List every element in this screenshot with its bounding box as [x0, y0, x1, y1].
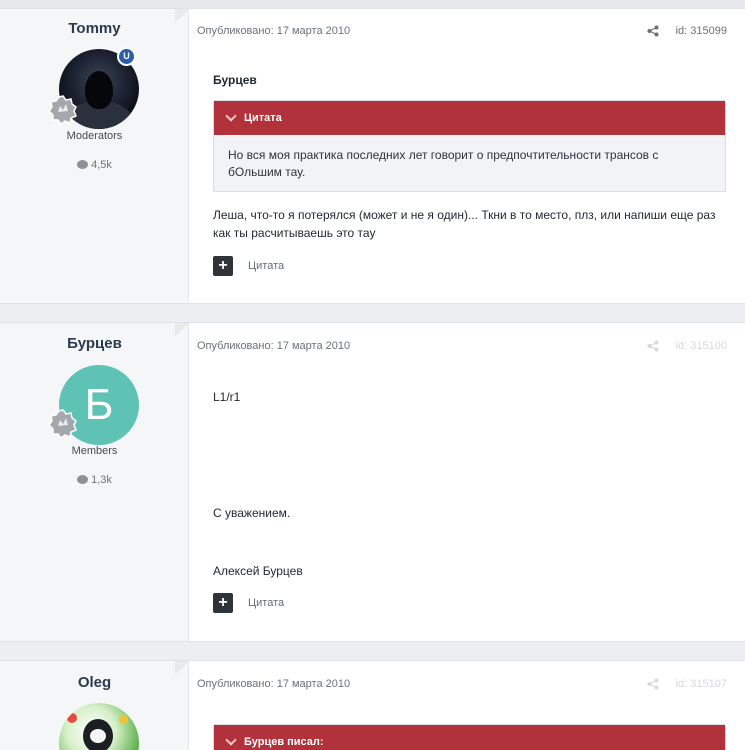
rank-badge-icon — [48, 409, 78, 439]
moderator-badge: U — [117, 47, 136, 66]
quote-button-label[interactable]: Цитата — [248, 597, 284, 609]
post-count-value: 1,3k — [91, 474, 112, 486]
author-name[interactable]: Oleg — [0, 674, 189, 691]
share-icon[interactable] — [647, 25, 659, 37]
author-name[interactable]: Tommy — [0, 20, 189, 37]
multiquote-button[interactable]: + — [213, 593, 233, 613]
quote-title: Бурцев писал: — [244, 736, 324, 748]
quote-header[interactable]: Бурцев писал: — [214, 725, 725, 750]
quote-header[interactable]: Цитата — [214, 101, 725, 135]
quote-title: Цитата — [244, 112, 282, 124]
avatar[interactable] — [59, 703, 139, 750]
panel-fold — [175, 661, 189, 675]
rank-badge-icon — [48, 95, 78, 125]
post-line: С уважением. — [213, 506, 291, 520]
post-count: 4,5k — [0, 159, 189, 171]
user-group: Moderators — [66, 130, 123, 142]
author-panel: Бурцев Б Members 1,3k — [0, 323, 189, 641]
comment-bubble-icon — [77, 160, 89, 169]
post-315100: Бурцев Б Members 1,3k Опубликовано: 17 м… — [0, 322, 745, 642]
quote-text: Но вся моя практика последних лет говори… — [228, 148, 659, 179]
post-id[interactable]: id: 315107 — [676, 678, 727, 690]
published-date: Опубликовано: 17 марта 2010 — [197, 25, 351, 37]
post-count-value: 4,5k — [91, 159, 112, 171]
published-date: Опубликовано: 17 марта 2010 — [197, 678, 351, 690]
quoted-author: Бурцев — [213, 73, 257, 87]
author-panel: Tommy U Moderators 4,5k — [0, 9, 189, 303]
quote-block: Бурцев писал: — [213, 724, 726, 750]
quote-button-label[interactable]: Цитата — [248, 260, 284, 272]
post-body: Леша, что-то я потерялся (может и не я о… — [213, 208, 716, 240]
post-315107: Oleg Опубликовано: 17 марта 2010 id: 315… — [0, 660, 745, 750]
post-id[interactable]: id: 315100 — [676, 340, 727, 352]
chevron-down-icon — [225, 110, 237, 122]
share-icon[interactable] — [647, 678, 659, 690]
author-panel: Oleg — [0, 661, 189, 750]
post-id[interactable]: id: 315099 — [676, 25, 727, 37]
post-line: L1/r1 — [213, 390, 241, 404]
avatar-accent — [119, 715, 128, 724]
avatar-accent — [67, 713, 77, 723]
published-date: Опубликовано: 17 марта 2010 — [197, 340, 351, 352]
author-name[interactable]: Бурцев — [0, 335, 189, 352]
top-strip — [0, 0, 745, 8]
post-signature: Алексей Бурцев — [213, 564, 303, 578]
avatar-face — [85, 71, 113, 109]
chevron-down-icon — [225, 734, 237, 746]
post-count: 1,3k — [0, 474, 189, 486]
quote-block: Цитата Но вся моя практика последних лет… — [213, 100, 726, 192]
comment-bubble-icon — [77, 475, 89, 484]
avatar-face — [90, 729, 106, 743]
post-315099: Tommy U Moderators 4,5k Опубликовано: 17… — [0, 8, 745, 304]
share-icon[interactable] — [647, 340, 659, 352]
multiquote-button[interactable]: + — [213, 256, 233, 276]
user-group: Members — [71, 445, 118, 457]
